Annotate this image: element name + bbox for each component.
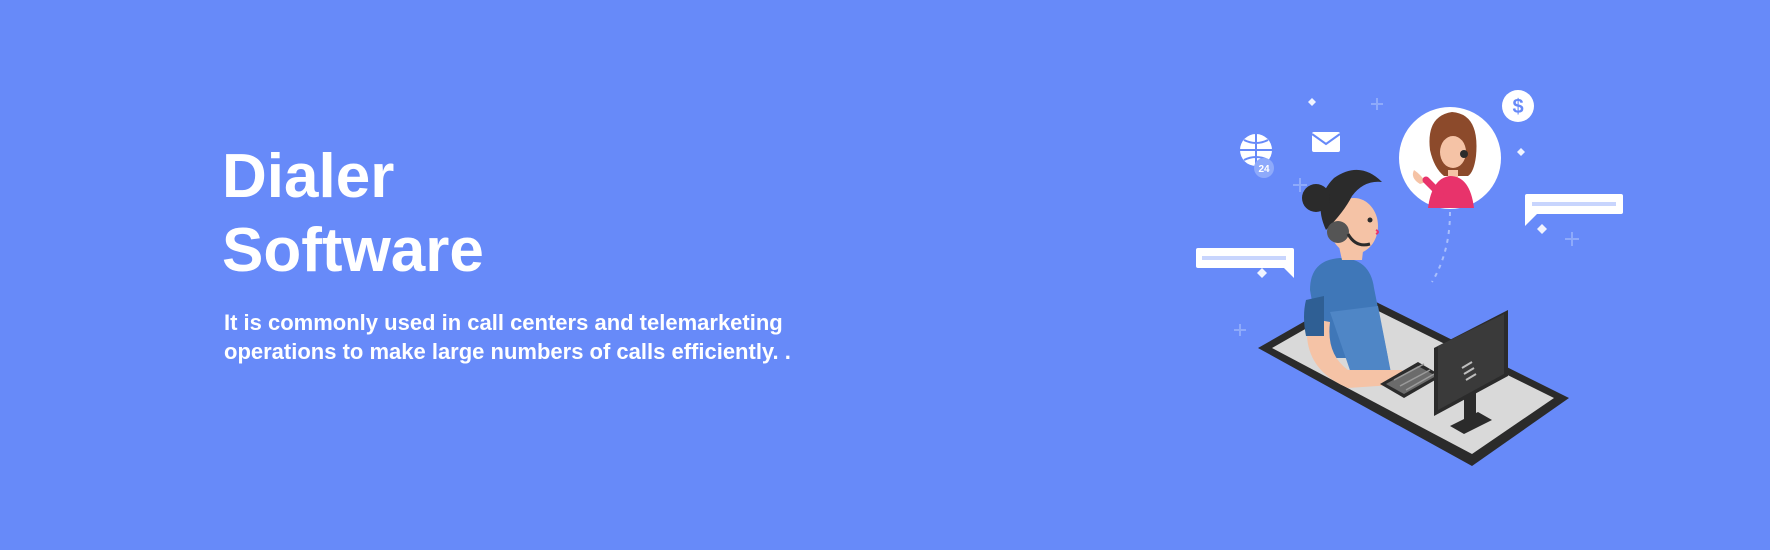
page-title: Dialer Software: [222, 140, 862, 288]
connector-line: [1431, 211, 1451, 283]
hero-text-block: Dialer Software It is commonly used in c…: [222, 140, 862, 366]
client-avatar-bubble: [1399, 107, 1501, 209]
hero-description: It is commonly used in call centers and …: [224, 310, 791, 364]
call-center-illustration: 24 $: [1180, 80, 1650, 480]
title-line-2: Software: [222, 216, 484, 285]
chat-bubble-icon: [1525, 194, 1623, 226]
client-headset-icon: [1460, 150, 1468, 158]
globe-badge-text: 24: [1258, 164, 1270, 175]
title-line-1: Dialer: [222, 142, 395, 211]
globe-24-icon: 24: [1240, 134, 1274, 178]
envelope-icon: [1311, 132, 1341, 152]
dollar-symbol: $: [1512, 96, 1523, 118]
dollar-coin-icon: $: [1502, 90, 1534, 122]
chat-bubble-left: [1196, 248, 1294, 278]
headset-icon: [1327, 221, 1349, 243]
illustration-svg: 24 $: [1196, 90, 1623, 466]
